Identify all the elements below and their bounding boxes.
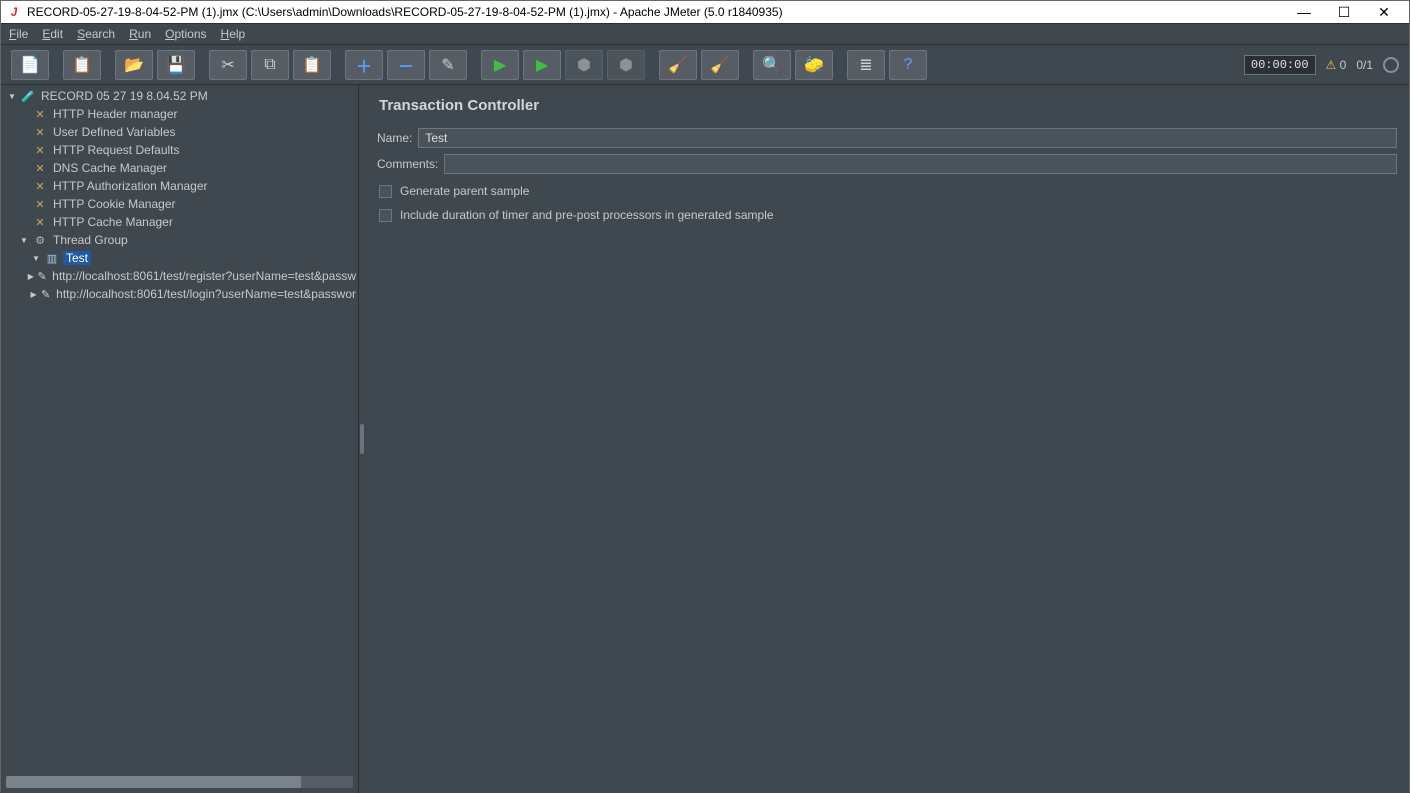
- tree-sampler[interactable]: ✎ http://localhost:8061/test/login?userN…: [1, 285, 358, 303]
- generate-parent-row: Generate parent sample: [377, 184, 1397, 198]
- shutdown-button[interactable]: ⬢: [607, 50, 645, 80]
- toolbar-status: 00:00:00 ⚠ 0 0/1: [1244, 55, 1399, 75]
- config-icon: ✕: [32, 179, 48, 193]
- function-helper-button[interactable]: ≣: [847, 50, 885, 80]
- tree-sampler[interactable]: ✎ http://localhost:8061/test/register?us…: [1, 267, 358, 285]
- comments-row: Comments:: [377, 154, 1397, 174]
- status-icon: [1383, 57, 1399, 73]
- toggle-button[interactable]: ✎: [429, 50, 467, 80]
- stop-button[interactable]: ⬢: [565, 50, 603, 80]
- warning-indicator: ⚠ 0: [1326, 58, 1347, 72]
- window-controls: — ☐ ✕: [1291, 4, 1403, 21]
- tree-horizontal-scrollbar[interactable]: [6, 776, 353, 788]
- splitter-grip-icon: [360, 424, 364, 454]
- tree-pane: 🧪 RECORD 05 27 19 8.04.52 PM ✕ HTTP Head…: [1, 85, 359, 793]
- timer-display: 00:00:00: [1244, 55, 1316, 75]
- clear-all-button[interactable]: 🧹: [701, 50, 739, 80]
- name-label: Name:: [377, 131, 412, 145]
- name-input[interactable]: [418, 128, 1397, 148]
- cut-button[interactable]: ✂: [209, 50, 247, 80]
- paste-button[interactable]: 📋: [293, 50, 331, 80]
- open-button[interactable]: 📂: [115, 50, 153, 80]
- tree-thread-group[interactable]: ⚙ Thread Group: [1, 231, 358, 249]
- comments-label: Comments:: [377, 157, 438, 171]
- include-duration-row: Include duration of timer and pre-post p…: [377, 208, 1397, 222]
- app-icon: J: [7, 5, 21, 19]
- reset-search-button[interactable]: 🧽: [795, 50, 833, 80]
- title-bar: J RECORD-05-27-19-8-04-52-PM (1).jmx (C:…: [1, 1, 1409, 23]
- menu-run[interactable]: Run: [129, 27, 151, 41]
- tree-item[interactable]: ✕ HTTP Header manager: [1, 105, 358, 123]
- toggle-icon[interactable]: [28, 272, 34, 281]
- minimize-button[interactable]: —: [1291, 4, 1317, 21]
- templates-button[interactable]: 📋: [63, 50, 101, 80]
- menu-bar: File Edit Search Run Options Help: [1, 23, 1409, 45]
- panel-title: Transaction Controller: [377, 93, 1397, 122]
- maximize-button[interactable]: ☐: [1331, 4, 1357, 21]
- config-icon: ✕: [32, 215, 48, 229]
- menu-edit[interactable]: Edit: [42, 27, 63, 41]
- toolbar: 📄 📋 📂 💾 ✂ ⧉ 📋 ＋ － ✎ ▶ ▶ ⬢ ⬢ 🧹 🧹 🔍 🧽 ≣ ? …: [1, 45, 1409, 85]
- tree-item[interactable]: ✕ HTTP Cache Manager: [1, 213, 358, 231]
- tree-item[interactable]: ✕ HTTP Cookie Manager: [1, 195, 358, 213]
- sampler-icon: ✎: [40, 287, 51, 301]
- expand-button[interactable]: ＋: [345, 50, 383, 80]
- close-button[interactable]: ✕: [1371, 4, 1397, 21]
- config-icon: ✕: [32, 107, 48, 121]
- help-button[interactable]: ?: [889, 50, 927, 80]
- tree-test-controller[interactable]: ▥ Test: [1, 249, 358, 267]
- config-icon: ✕: [32, 197, 48, 211]
- comments-input[interactable]: [444, 154, 1397, 174]
- tree-item[interactable]: ✕ User Defined Variables: [1, 123, 358, 141]
- toggle-icon[interactable]: [7, 92, 17, 101]
- generate-parent-checkbox[interactable]: [379, 185, 392, 198]
- toggle-icon[interactable]: [19, 236, 29, 245]
- tree-item[interactable]: ✕ HTTP Request Defaults: [1, 141, 358, 159]
- save-button[interactable]: 💾: [157, 50, 195, 80]
- tree-item[interactable]: ✕ HTTP Authorization Manager: [1, 177, 358, 195]
- generate-parent-label: Generate parent sample: [400, 184, 529, 198]
- include-duration-label: Include duration of timer and pre-post p…: [400, 208, 774, 222]
- menu-help[interactable]: Help: [221, 27, 246, 41]
- start-no-pause-button[interactable]: ▶: [523, 50, 561, 80]
- search-tree-button[interactable]: 🔍: [753, 50, 791, 80]
- menu-search[interactable]: Search: [77, 27, 115, 41]
- thread-count: 0/1: [1356, 58, 1373, 72]
- start-button[interactable]: ▶: [481, 50, 519, 80]
- detail-pane: Transaction Controller Name: Comments: G…: [365, 85, 1409, 793]
- tree-item[interactable]: ✕ DNS Cache Manager: [1, 159, 358, 177]
- config-icon: ✕: [32, 143, 48, 157]
- clear-button[interactable]: 🧹: [659, 50, 697, 80]
- copy-button[interactable]: ⧉: [251, 50, 289, 80]
- new-button[interactable]: 📄: [11, 50, 49, 80]
- sampler-icon: ✎: [37, 269, 47, 283]
- toggle-icon[interactable]: [31, 254, 41, 263]
- warning-icon: ⚠: [1326, 58, 1337, 72]
- test-plan-tree[interactable]: 🧪 RECORD 05 27 19 8.04.52 PM ✕ HTTP Head…: [1, 85, 358, 773]
- config-icon: ✕: [32, 125, 48, 139]
- threadgroup-icon: ⚙: [32, 233, 48, 247]
- toggle-icon[interactable]: [30, 290, 37, 299]
- scrollbar-thumb[interactable]: [6, 776, 301, 788]
- config-icon: ✕: [32, 161, 48, 175]
- include-duration-checkbox[interactable]: [379, 209, 392, 222]
- testplan-icon: 🧪: [20, 89, 36, 103]
- menu-file[interactable]: File: [9, 27, 28, 41]
- collapse-button[interactable]: －: [387, 50, 425, 80]
- name-row: Name:: [377, 128, 1397, 148]
- controller-icon: ▥: [44, 251, 60, 265]
- main-area: 🧪 RECORD 05 27 19 8.04.52 PM ✕ HTTP Head…: [1, 85, 1409, 793]
- menu-options[interactable]: Options: [165, 27, 206, 41]
- window-title: RECORD-05-27-19-8-04-52-PM (1).jmx (C:\U…: [27, 5, 1285, 19]
- tree-root[interactable]: 🧪 RECORD 05 27 19 8.04.52 PM: [1, 87, 358, 105]
